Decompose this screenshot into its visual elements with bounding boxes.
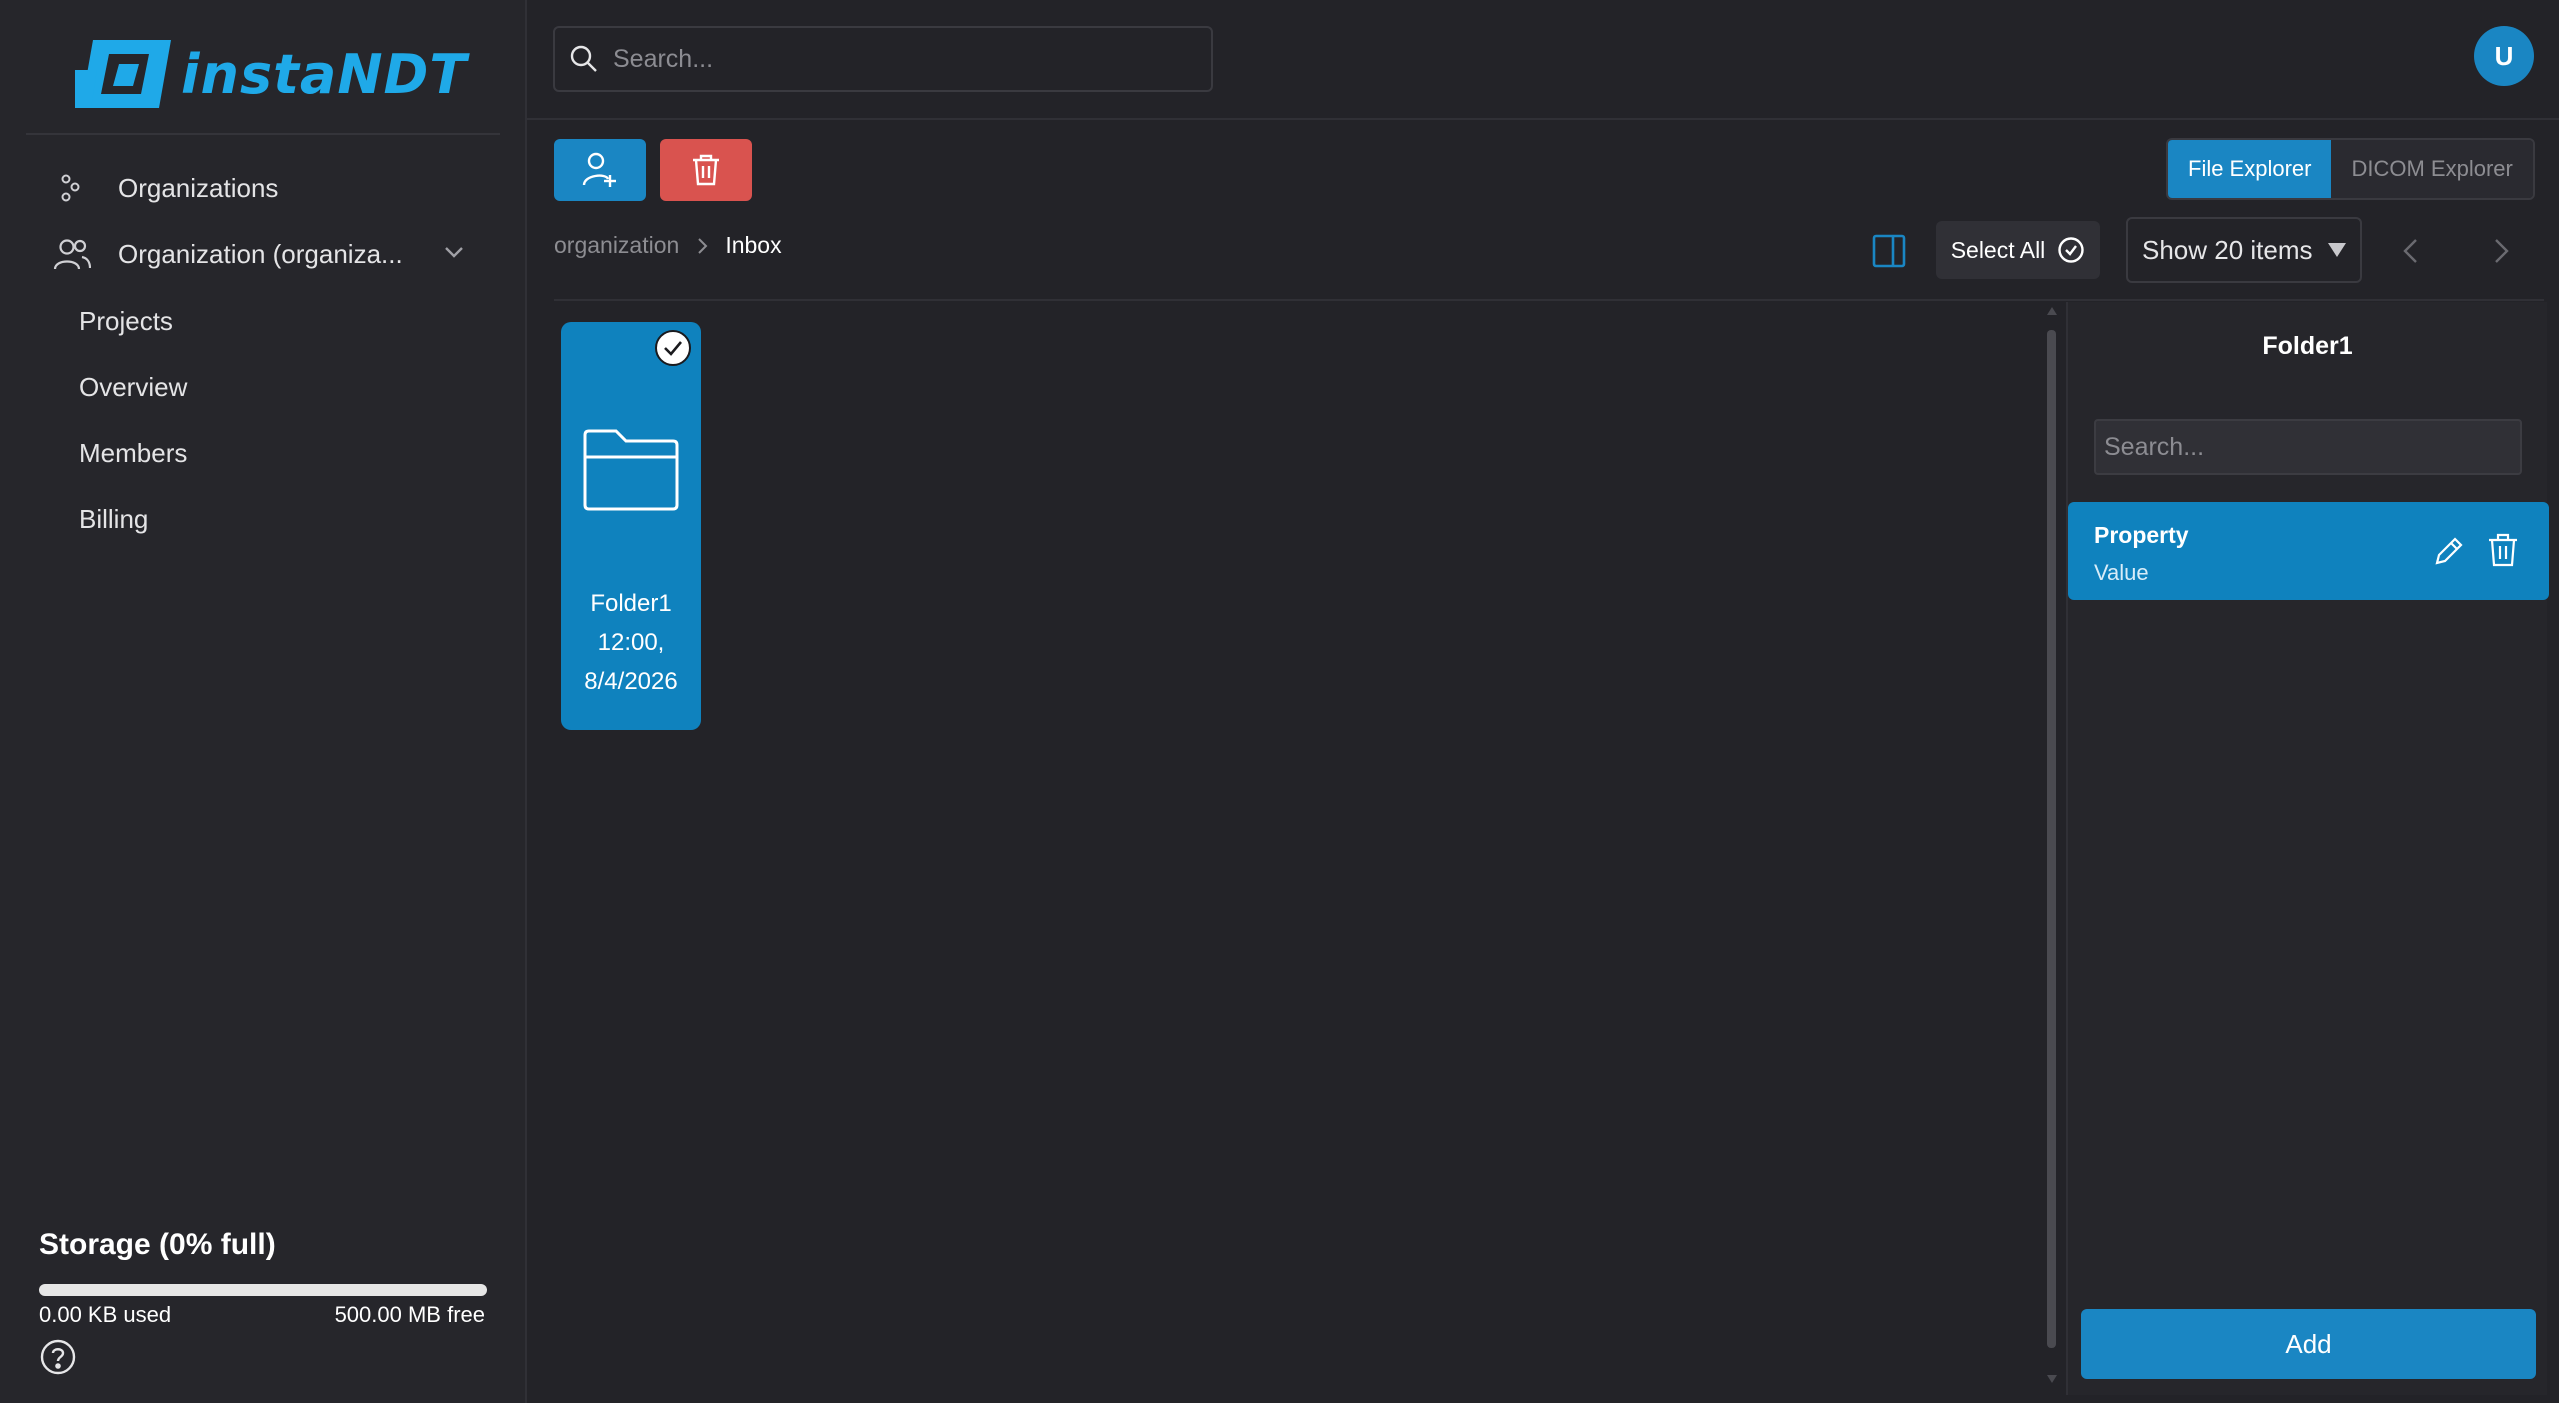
sidebar-subitem-label: Overview bbox=[79, 371, 188, 402]
chevron-down-icon[interactable] bbox=[440, 238, 468, 266]
sidebar-subitem-label: Projects bbox=[79, 305, 173, 336]
items-per-page-value: Show 20 items bbox=[2142, 234, 2313, 265]
select-all-label: Select All bbox=[1950, 236, 2046, 263]
selected-check-icon[interactable] bbox=[653, 328, 693, 368]
breadcrumb-item-inbox[interactable]: Inbox bbox=[725, 232, 781, 259]
search-input[interactable] bbox=[613, 44, 1173, 74]
storage-used-text: 0.00 KB used bbox=[39, 1302, 172, 1327]
trash-icon bbox=[693, 154, 719, 186]
brand-logo[interactable]: instaNDT bbox=[75, 38, 467, 110]
scroll-up-arrow-icon[interactable] bbox=[2046, 306, 2058, 316]
property-value: Value bbox=[2094, 560, 2149, 585]
property-row[interactable]: Property Value bbox=[2068, 502, 2549, 600]
sidebar-subitem-members[interactable]: Members bbox=[79, 423, 187, 483]
trash-icon[interactable] bbox=[2486, 532, 2520, 568]
chevron-left-icon[interactable] bbox=[2396, 234, 2426, 268]
side-panel-toggle-icon[interactable] bbox=[1872, 234, 1906, 268]
grid-item-time: 12:00, bbox=[597, 629, 665, 656]
edit-pencil-icon[interactable] bbox=[2432, 534, 2466, 568]
details-search-input[interactable] bbox=[2094, 419, 2522, 475]
add-property-button[interactable]: Add bbox=[2081, 1309, 2536, 1379]
users-icon bbox=[52, 234, 92, 274]
user-avatar[interactable]: U bbox=[2474, 26, 2534, 86]
add-user-button[interactable] bbox=[554, 139, 646, 201]
brand-name: instaNDT bbox=[181, 42, 468, 106]
top-bar bbox=[527, 0, 2559, 120]
tab-file-explorer[interactable]: File Explorer bbox=[2168, 140, 2332, 198]
sidebar-divider bbox=[26, 133, 500, 135]
help-icon[interactable] bbox=[39, 1338, 77, 1376]
content-divider bbox=[554, 299, 2544, 301]
storage-progress-bar bbox=[39, 1284, 487, 1296]
storage-title: Storage (0% full) bbox=[39, 1228, 276, 1261]
add-user-icon bbox=[582, 152, 616, 187]
sidebar-item-organization[interactable]: Organization (organiza... bbox=[52, 224, 403, 284]
global-search[interactable] bbox=[553, 26, 1213, 92]
scrollbar-thumb[interactable] bbox=[2047, 330, 2056, 1348]
sidebar-subitem-label: Billing bbox=[79, 503, 149, 534]
sidebar-subitem-billing[interactable]: Billing bbox=[79, 489, 148, 549]
items-per-page-select[interactable]: Show 20 items bbox=[2126, 217, 2362, 283]
instandt-logo-icon bbox=[75, 40, 171, 108]
sidebar-item-label: Organization (organiza... bbox=[118, 238, 403, 269]
view-mode-toggle: File Explorer DICOM Explorer bbox=[2166, 138, 2535, 200]
sidebar-subitem-label: Members bbox=[79, 437, 188, 468]
select-all-button[interactable]: Select All bbox=[1936, 221, 2100, 279]
sidebar-subitem-overview[interactable]: Overview bbox=[79, 357, 187, 417]
chevron-right-icon[interactable] bbox=[2486, 234, 2516, 268]
grid-item-folder[interactable]: Folder1 12:00, 8/4/2026 bbox=[561, 322, 701, 730]
organizations-icon bbox=[52, 168, 92, 208]
folder-icon bbox=[583, 429, 679, 511]
sidebar-item-label: Organizations bbox=[118, 172, 279, 203]
search-icon bbox=[570, 45, 597, 72]
storage-free-text: 500.00 MB free bbox=[334, 1302, 485, 1327]
check-circle-icon bbox=[2058, 237, 2084, 263]
breadcrumb: organization Inbox bbox=[554, 232, 782, 259]
sidebar-item-organizations[interactable]: Organizations bbox=[52, 158, 278, 218]
grid-item-name: Folder1 bbox=[590, 590, 672, 617]
details-panel: Folder1 Property Value Add bbox=[2066, 302, 2549, 1395]
sidebar-subitem-projects[interactable]: Projects bbox=[79, 291, 173, 351]
scroll-down-arrow-icon[interactable] bbox=[2046, 1374, 2058, 1384]
caret-down-icon bbox=[2327, 243, 2346, 257]
chevron-right-icon bbox=[698, 237, 708, 254]
sidebar: instaNDT Organizations Organization (org… bbox=[0, 0, 527, 1403]
details-panel-title: Folder1 bbox=[2262, 332, 2353, 360]
property-name: Property bbox=[2094, 522, 2189, 548]
grid-item-date: 8/4/2026 bbox=[584, 668, 678, 695]
breadcrumb-item-organization[interactable]: organization bbox=[554, 232, 679, 259]
delete-button[interactable] bbox=[660, 139, 752, 201]
tab-dicom-explorer[interactable]: DICOM Explorer bbox=[2331, 140, 2533, 198]
